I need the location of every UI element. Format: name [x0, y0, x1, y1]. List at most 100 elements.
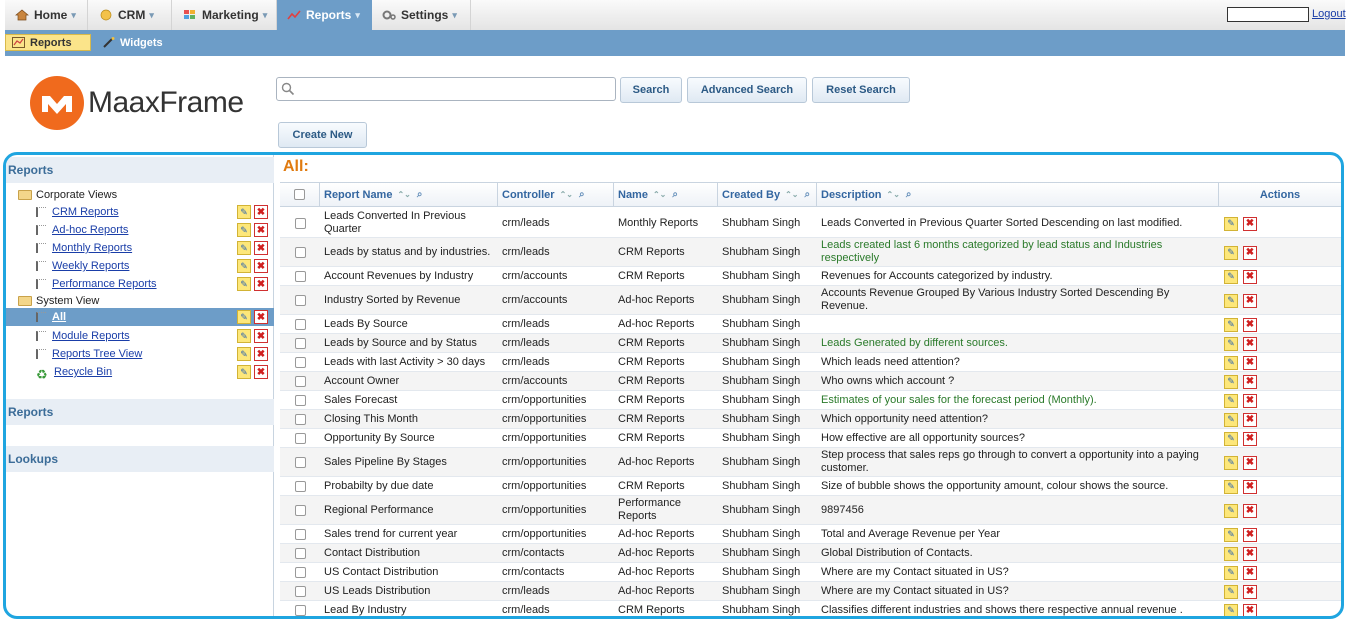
delete-icon[interactable]: ✖: [1243, 584, 1257, 599]
column-name[interactable]: Name ⌃⌄ ⌕: [614, 182, 718, 207]
tree-item[interactable]: Monthly Reports ✎ ✖: [6, 239, 274, 257]
edit-icon[interactable]: ✎: [237, 365, 251, 379]
sidebar-section-lookups[interactable]: Lookups: [6, 446, 274, 472]
edit-icon[interactable]: ✎: [1224, 479, 1238, 494]
row-checkbox[interactable]: [294, 394, 306, 406]
delete-icon[interactable]: ✖: [1243, 393, 1257, 408]
reset-search-button[interactable]: Reset Search: [812, 77, 910, 103]
table-row[interactable]: Closing This Month crm/opportunities CRM R…: [280, 410, 1341, 429]
subnav-reports[interactable]: Reports: [5, 34, 91, 51]
edit-icon[interactable]: ✎: [1224, 527, 1238, 542]
tree-item[interactable]: Performance Reports ✎ ✖: [6, 275, 274, 293]
delete-icon[interactable]: ✖: [254, 223, 268, 237]
tree-item[interactable]: Module Reports ✎ ✖: [6, 327, 274, 345]
delete-icon[interactable]: ✖: [1243, 293, 1257, 308]
delete-icon[interactable]: ✖: [1243, 479, 1257, 494]
edit-icon[interactable]: ✎: [1224, 412, 1238, 427]
delete-icon[interactable]: ✖: [1243, 546, 1257, 561]
table-row[interactable]: Opportunity By Source crm/opportunities CR…: [280, 429, 1341, 448]
row-checkbox[interactable]: [294, 356, 306, 368]
row-checkbox[interactable]: [294, 270, 306, 282]
sort-icon[interactable]: ⌃⌄: [887, 190, 900, 199]
nav-tab-crm[interactable]: CRM ▾: [89, 0, 172, 30]
edit-icon[interactable]: ✎: [237, 259, 251, 273]
delete-icon[interactable]: ✖: [1243, 455, 1257, 470]
tree-link[interactable]: Performance Reports: [52, 278, 157, 290]
tree-item[interactable]: Reports Tree View ✎ ✖: [6, 345, 274, 363]
table-row[interactable]: Sales trend for current year crm/opportun…: [280, 525, 1341, 544]
nav-tab-home[interactable]: Home ▾: [5, 0, 88, 30]
sort-icon[interactable]: ⌃⌄: [785, 190, 798, 199]
table-row[interactable]: Lead By Industry crm/leads CRM Reports Shub…: [280, 601, 1341, 616]
tree-item[interactable]: All ✎ ✖: [6, 308, 274, 326]
delete-icon[interactable]: ✖: [254, 241, 268, 255]
delete-icon[interactable]: ✖: [1243, 317, 1257, 332]
row-checkbox[interactable]: [294, 375, 306, 387]
nav-tab-settings[interactable]: Settings ▾: [372, 0, 471, 30]
row-checkbox[interactable]: [294, 456, 306, 468]
column-created-by[interactable]: Created By ⌃⌄ ⌕: [718, 182, 817, 207]
sort-icon[interactable]: ⌃⌄: [560, 190, 573, 199]
tree-item[interactable]: Ad-hoc Reports ✎ ✖: [6, 221, 274, 239]
edit-icon[interactable]: ✎: [1224, 216, 1238, 231]
delete-icon[interactable]: ✖: [1243, 431, 1257, 446]
edit-icon[interactable]: ✎: [1224, 546, 1238, 561]
create-new-button[interactable]: Create New: [278, 122, 367, 148]
row-checkbox[interactable]: [294, 217, 306, 229]
table-row[interactable]: Account Owner crm/accounts CRM Reports Shub…: [280, 372, 1341, 391]
table-row[interactable]: Leads by status and by industries. crm/le…: [280, 238, 1341, 267]
edit-icon[interactable]: ✎: [237, 310, 251, 324]
edit-icon[interactable]: ✎: [1224, 374, 1238, 389]
edit-icon[interactable]: ✎: [237, 205, 251, 219]
table-row[interactable]: US Leads Distribution crm/leads Ad-hoc Rep…: [280, 582, 1341, 601]
edit-icon[interactable]: ✎: [1224, 584, 1238, 599]
delete-icon[interactable]: ✖: [254, 259, 268, 273]
edit-icon[interactable]: ✎: [1224, 455, 1238, 470]
delete-icon[interactable]: ✖: [1243, 374, 1257, 389]
tree-link[interactable]: Reports Tree View: [52, 348, 142, 360]
edit-icon[interactable]: ✎: [1224, 431, 1238, 446]
advanced-search-button[interactable]: Advanced Search: [687, 77, 807, 103]
edit-icon[interactable]: ✎: [237, 223, 251, 237]
row-checkbox[interactable]: [294, 294, 306, 306]
row-checkbox[interactable]: [294, 566, 306, 578]
table-row[interactable]: Regional Performance crm/opportunities Per…: [280, 496, 1341, 525]
tree-item[interactable]: ♻ Recycle Bin ✎ ✖: [6, 363, 274, 382]
row-checkbox[interactable]: [294, 480, 306, 492]
table-row[interactable]: Sales Forecast crm/opportunities CRM Repor…: [280, 391, 1341, 410]
table-row[interactable]: Leads Converted In Previous Quarter crm/l…: [280, 209, 1341, 238]
tree-link[interactable]: Monthly Reports: [52, 242, 132, 254]
delete-icon[interactable]: ✖: [1243, 245, 1257, 260]
table-row[interactable]: Probabilty by due date crm/opportunities C…: [280, 477, 1341, 496]
filter-icon[interactable]: ⌕: [804, 189, 810, 200]
tree-link[interactable]: Module Reports: [52, 330, 130, 342]
edit-icon[interactable]: ✎: [1224, 245, 1238, 260]
column-report-name[interactable]: Report Name ⌃⌄ ⌕: [320, 182, 498, 207]
delete-icon[interactable]: ✖: [254, 347, 268, 361]
edit-icon[interactable]: ✎: [237, 277, 251, 291]
tree-link[interactable]: Weekly Reports: [52, 260, 129, 272]
row-checkbox[interactable]: [294, 547, 306, 559]
filter-icon[interactable]: ⌕: [579, 189, 585, 200]
edit-icon[interactable]: ✎: [1224, 565, 1238, 580]
table-row[interactable]: Leads by Source and by Status crm/leads CR…: [280, 334, 1341, 353]
table-row[interactable]: Leads By Source crm/leads Ad-hoc Reports Sh…: [280, 315, 1341, 334]
row-checkbox[interactable]: [294, 585, 306, 597]
delete-icon[interactable]: ✖: [254, 205, 268, 219]
delete-icon[interactable]: ✖: [1243, 527, 1257, 542]
filter-icon[interactable]: ⌕: [672, 189, 678, 200]
edit-icon[interactable]: ✎: [1224, 503, 1238, 518]
delete-icon[interactable]: ✖: [1243, 216, 1257, 231]
table-row[interactable]: US Contact Distribution crm/contacts Ad-ho…: [280, 563, 1341, 582]
filter-icon[interactable]: ⌕: [906, 189, 912, 200]
edit-icon[interactable]: ✎: [1224, 317, 1238, 332]
row-checkbox[interactable]: [294, 337, 306, 349]
row-checkbox[interactable]: [294, 432, 306, 444]
row-checkbox[interactable]: [294, 318, 306, 330]
subnav-widgets[interactable]: Widgets: [97, 34, 177, 51]
delete-icon[interactable]: ✖: [1243, 355, 1257, 370]
table-row[interactable]: Sales Pipeline By Stages crm/opportunitie…: [280, 448, 1341, 477]
tree-link[interactable]: CRM Reports: [52, 206, 119, 218]
row-checkbox[interactable]: [294, 504, 306, 516]
tree-link[interactable]: All: [52, 311, 66, 323]
